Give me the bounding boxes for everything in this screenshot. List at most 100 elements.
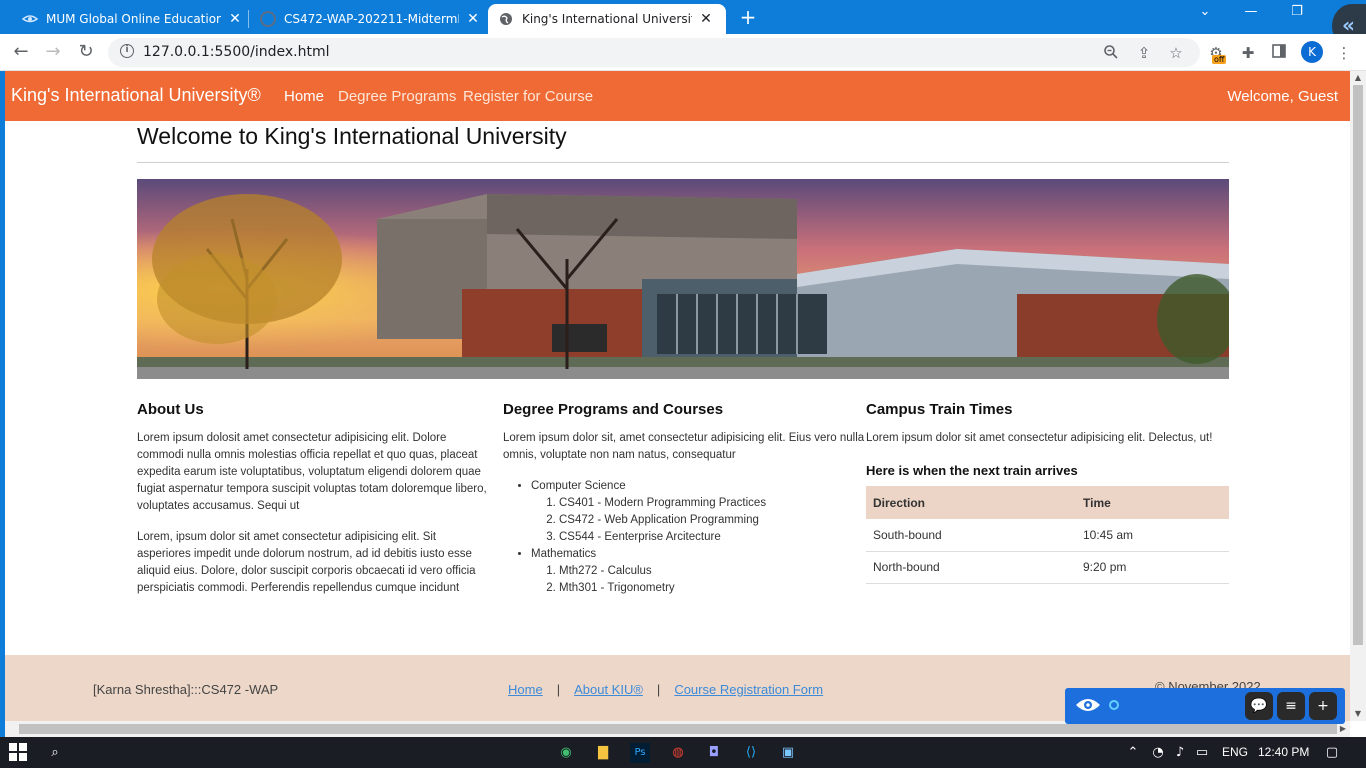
column-header-direction: Direction <box>866 486 1076 519</box>
train-section: Campus Train Times Lorem ipsum dolor sit… <box>866 401 1229 584</box>
profile-avatar[interactable]: K <box>1301 41 1323 63</box>
tab-search-icon[interactable]: ⌄ <box>1195 4 1215 19</box>
loading-spinner-icon <box>1109 700 1119 710</box>
site-brand[interactable]: King's International University® <box>11 85 261 106</box>
edge-icon[interactable]: ◉ <box>556 743 576 763</box>
puzzle-icon[interactable]: ✚ <box>1237 42 1259 64</box>
about-paragraph-1: Lorem ipsum dolosit amet consectetur adi… <box>137 432 487 512</box>
globe-icon <box>498 11 514 27</box>
hamburger-menu-icon[interactable]: ≡ <box>1277 692 1305 720</box>
photos-icon[interactable]: ▣ <box>778 743 798 763</box>
browser-toolbar: ← → ↻ i 127.0.0.1:5500/index.html ⇪ ☆ <box>0 34 1366 71</box>
degrees-intro: Lorem ipsum dolor sit, amet consectetur … <box>503 432 865 461</box>
share-icon[interactable]: ⇪ <box>1135 44 1153 62</box>
graduation-cap-icon <box>22 11 38 27</box>
eye-icon[interactable] <box>1075 696 1101 718</box>
vscode-icon[interactable]: ⟨⟩ <box>741 743 761 763</box>
tab-strip: MUM Global Online Education : C ✕ CS472-… <box>0 0 1366 48</box>
floating-toolbar: 💬 ≡ + <box>1065 688 1345 724</box>
page-title: Welcome to King's International Universi… <box>137 123 567 149</box>
course-list: CS401 - Modern Programming Practices CS4… <box>531 495 865 546</box>
add-icon[interactable]: + <box>1309 692 1337 720</box>
about-paragraph-2: Lorem, ipsum dolor sit amet consectetur … <box>137 531 476 594</box>
course-list: Mth272 - Calculus Mth301 - Trigonometry <box>531 563 865 597</box>
list-item: Mathematics Mth272 - Calculus Mth301 - T… <box>531 546 865 597</box>
time-cell: 9:20 pm <box>1076 551 1229 584</box>
program-list: Computer Science CS401 - Modern Programm… <box>503 478 865 597</box>
scroll-thumb[interactable] <box>19 724 1337 734</box>
tab-separator <box>248 10 249 28</box>
train-subheading: Here is when the next train arrives <box>866 463 1078 478</box>
language-indicator[interactable]: ENG <box>1222 745 1248 759</box>
degrees-heading: Degree Programs and Courses <box>503 401 724 418</box>
tab-mum-global[interactable]: MUM Global Online Education : C ✕ <box>12 4 253 34</box>
degrees-section: Degree Programs and Courses Lorem ipsum … <box>503 401 865 597</box>
sakai-icon <box>260 11 276 27</box>
close-icon[interactable]: ✕ <box>465 11 481 27</box>
direction-cell: North-bound <box>866 551 1076 584</box>
site-info-icon[interactable]: i <box>120 44 134 58</box>
scroll-thumb[interactable] <box>1353 85 1363 645</box>
footer-link-home[interactable]: Home <box>508 682 543 697</box>
separator: | <box>656 682 661 697</box>
restore-icon[interactable]: ❐ <box>1287 4 1307 19</box>
tab-midterm[interactable]: CS472-WAP-202211-MidtermExa ✕ <box>250 4 491 34</box>
separator: | <box>556 682 561 697</box>
windows-start-icon[interactable] <box>8 743 28 763</box>
close-icon[interactable]: ✕ <box>227 11 243 27</box>
tab-title: MUM Global Online Education : C <box>46 12 221 26</box>
campus-banner-image <box>137 179 1229 379</box>
train-intro: Lorem ipsum dolor sit amet consectetur a… <box>866 432 1213 444</box>
column-header-time: Time <box>1076 486 1229 519</box>
program-name: Mathematics <box>531 548 597 560</box>
table-row: North-bound 9:20 pm <box>866 551 1229 584</box>
footer-links: Home | About KIU® | Course Registration Form <box>508 682 823 697</box>
minimize-icon[interactable]: — <box>1241 4 1261 19</box>
windows-taskbar: ⌕ ◉ ▇ Ps ◍ ◘ ⟨⟩ ▣ ⌃ ◔ ♪ ▭ ENG 12:40 PM ▢ <box>0 737 1366 768</box>
back-icon[interactable]: ← <box>10 42 32 64</box>
bookmark-star-icon[interactable]: ☆ <box>1167 44 1185 62</box>
search-icon[interactable]: ⌕ <box>45 743 65 763</box>
tab-kiu[interactable]: King's International University ✕ <box>488 4 726 34</box>
side-panel-icon[interactable] <box>1268 42 1290 64</box>
file-explorer-icon[interactable]: ▇ <box>593 743 613 763</box>
vertical-scrollbar[interactable]: ▲ ▼ <box>1350 71 1366 721</box>
footer-link-registration[interactable]: Course Registration Form <box>674 682 823 697</box>
menu-kebab-icon[interactable]: ⋮ <box>1333 42 1355 64</box>
chevron-up-icon[interactable]: ⌃ <box>1123 743 1143 763</box>
tab-title: King's International University <box>522 12 692 26</box>
scroll-down-icon[interactable]: ▼ <box>1350 707 1366 721</box>
chat-icon[interactable]: 💬 <box>1245 692 1273 720</box>
zoom-icon[interactable] <box>1102 44 1120 62</box>
wifi-icon[interactable]: ◔ <box>1148 743 1168 763</box>
course-item: Mth272 - Calculus <box>559 563 865 580</box>
clock[interactable]: 12:40 PM <box>1258 745 1309 759</box>
forward-icon[interactable]: → <box>42 42 64 64</box>
photoshop-icon[interactable]: Ps <box>630 743 650 763</box>
direction-cell: South-bound <box>866 519 1076 552</box>
train-heading: Campus Train Times <box>866 401 1013 418</box>
footer-author: [Karna Shrestha]:::CS472 -WAP <box>93 682 279 697</box>
nav-home[interactable]: Home <box>284 88 324 105</box>
about-heading: About Us <box>137 401 204 418</box>
microphone-icon[interactable]: ♪ <box>1170 743 1190 763</box>
address-bar[interactable]: i 127.0.0.1:5500/index.html ⇪ ☆ <box>108 38 1200 67</box>
battery-icon[interactable]: ▭ <box>1192 743 1212 763</box>
app-icon[interactable]: ◘ <box>704 743 724 763</box>
reload-icon[interactable]: ↻ <box>75 42 97 64</box>
about-section: About Us Lorem ipsum dolosit amet consec… <box>137 401 489 597</box>
page-viewport: King's International University® Home De… <box>5 71 1350 721</box>
new-tab-button[interactable]: + <box>738 6 758 28</box>
footer-link-about[interactable]: About KIU® <box>574 682 643 697</box>
program-name: Computer Science <box>531 480 626 492</box>
tab-title: CS472-WAP-202211-MidtermExa <box>284 12 459 26</box>
site-navbar: King's International University® Home De… <box>5 71 1350 121</box>
chrome-icon[interactable]: ◍ <box>668 743 688 763</box>
train-table: Direction Time South-bound 10:45 am Nort… <box>866 486 1229 584</box>
close-icon[interactable]: ✕ <box>698 11 714 27</box>
notifications-icon[interactable]: ▢ <box>1322 743 1342 763</box>
scroll-up-icon[interactable]: ▲ <box>1350 71 1366 85</box>
nav-degree-programs[interactable]: Degree Programs <box>338 88 456 105</box>
nav-register-course[interactable]: Register for Course <box>463 88 593 105</box>
divider <box>137 162 1229 163</box>
